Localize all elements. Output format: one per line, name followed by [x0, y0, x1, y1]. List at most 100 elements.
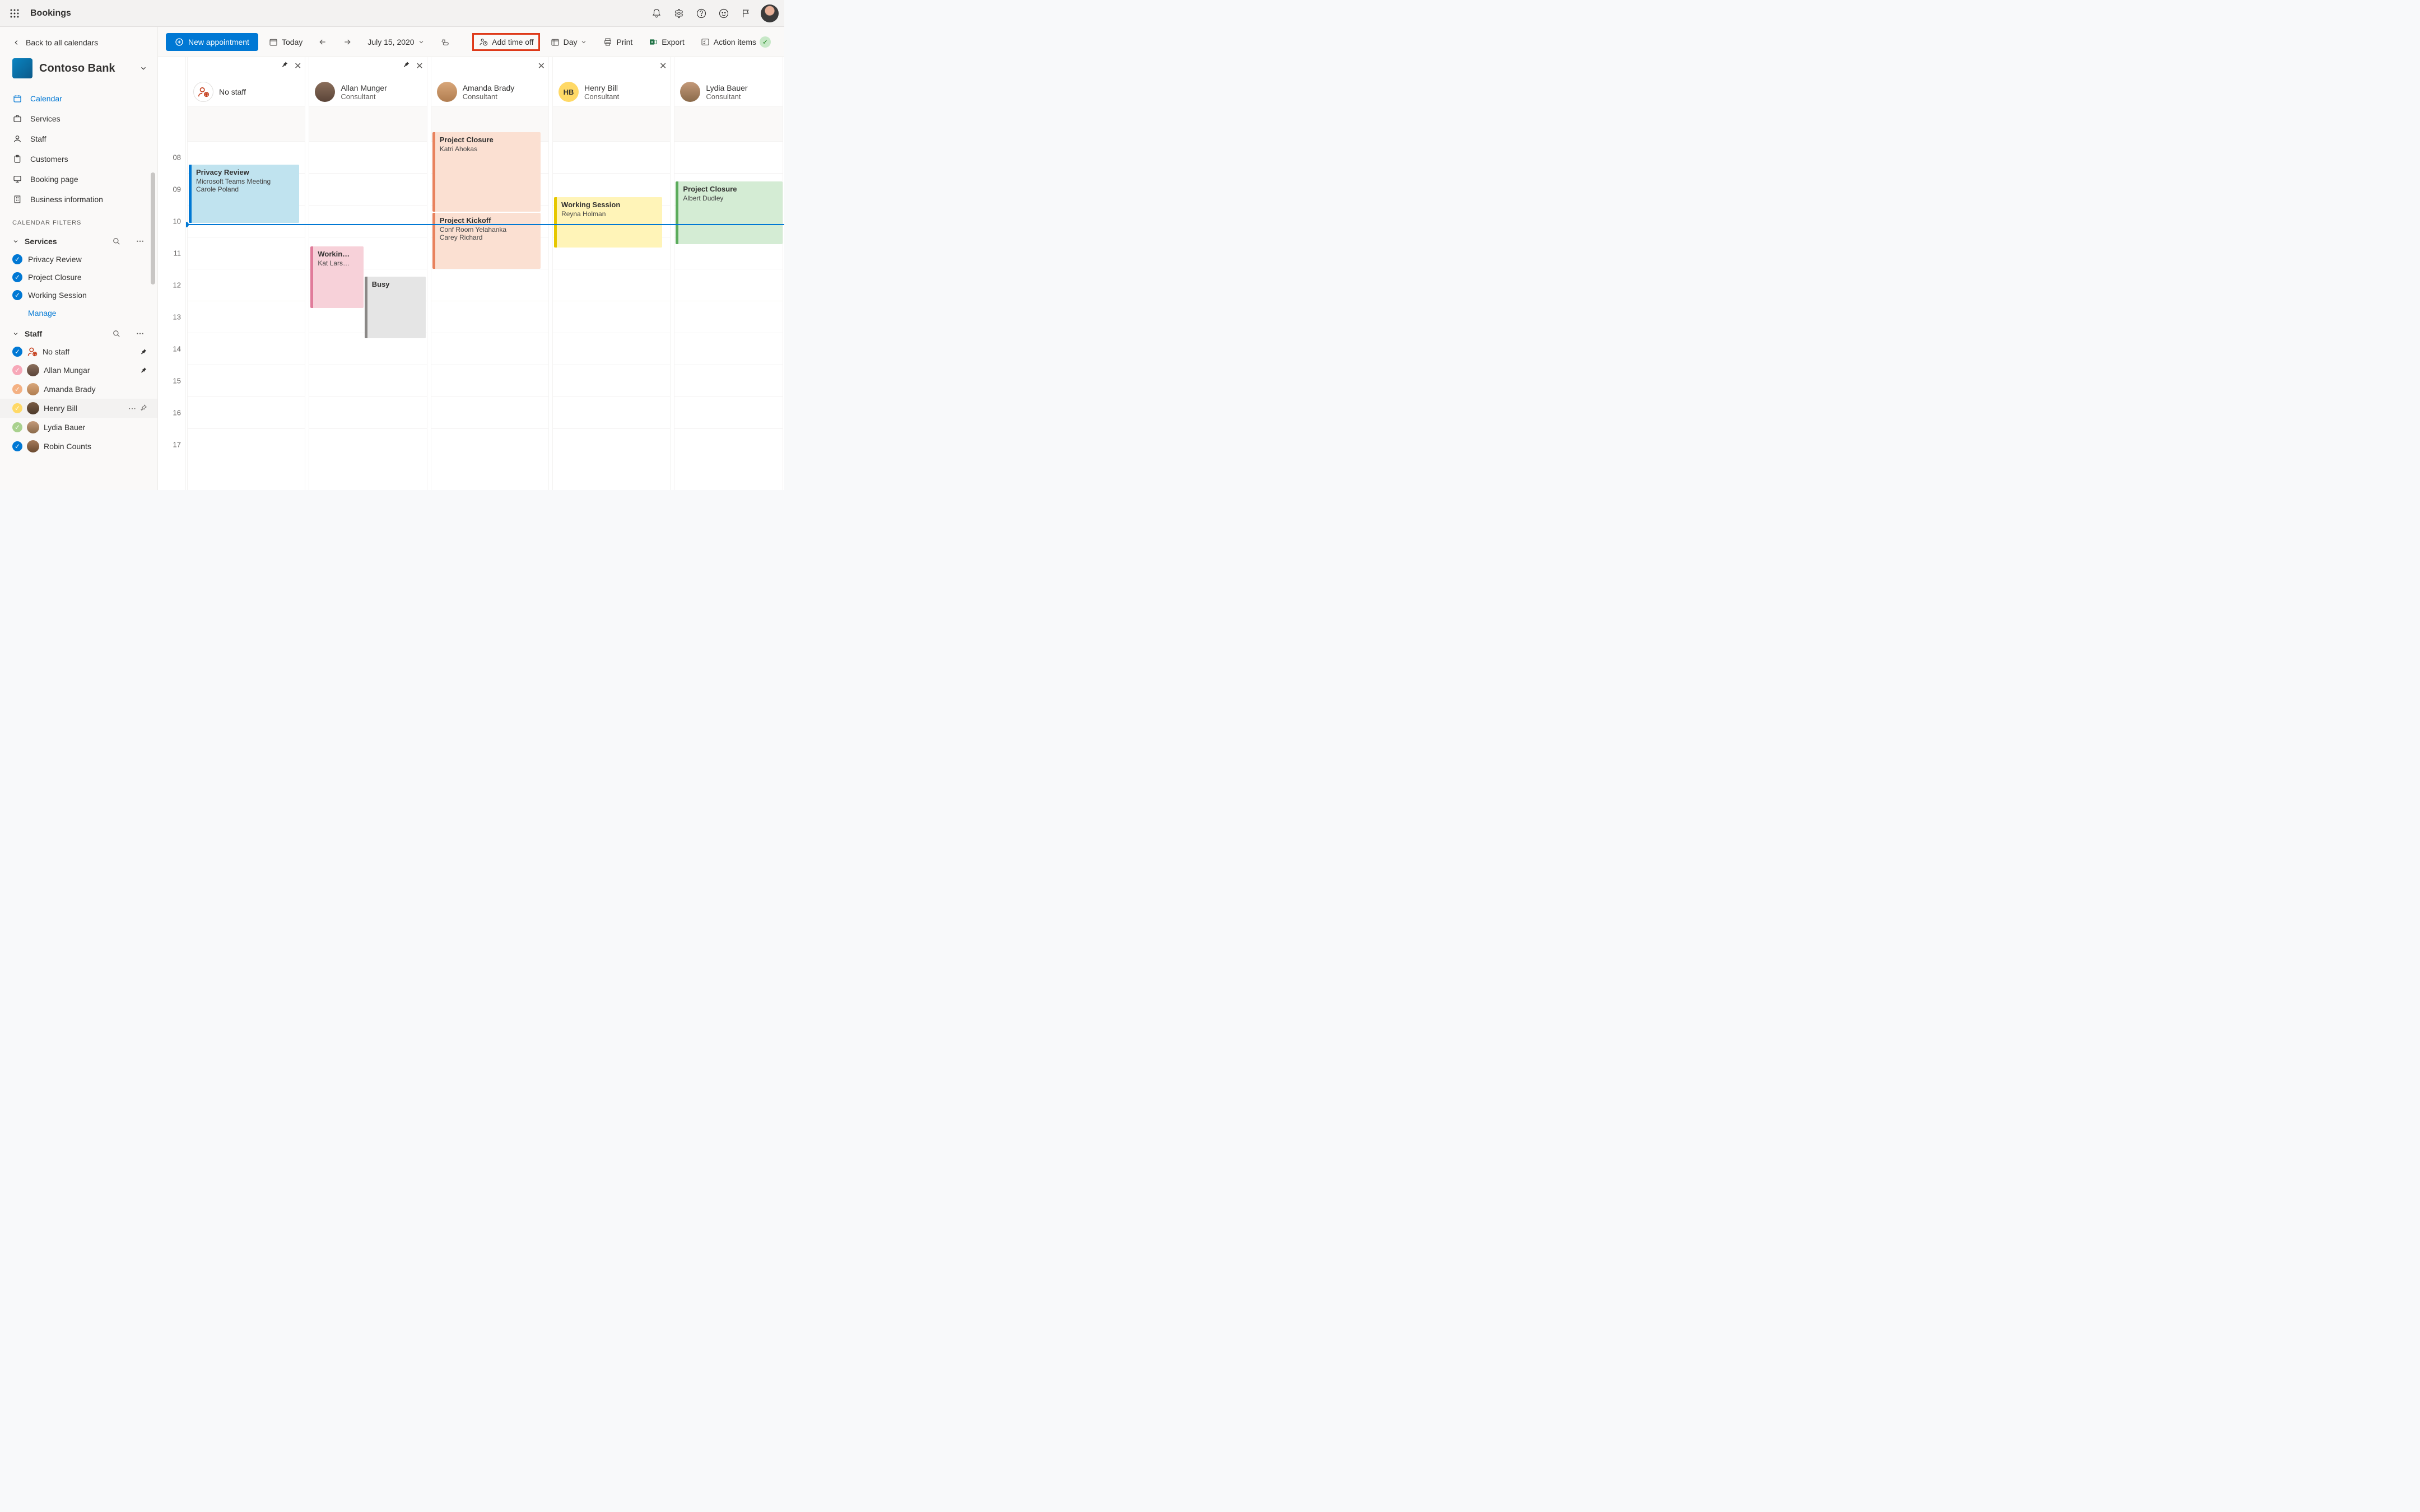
- no-staff-avatar-icon: ?: [193, 82, 213, 102]
- weather-icon[interactable]: [435, 34, 456, 50]
- plus-circle-icon: [175, 38, 184, 46]
- avatar: [27, 402, 39, 414]
- help-icon[interactable]: [690, 2, 713, 25]
- pin-icon[interactable]: [139, 366, 147, 374]
- search-icon[interactable]: [113, 330, 127, 338]
- manage-services-link[interactable]: Manage: [12, 304, 147, 324]
- chevron-down-icon: [139, 64, 147, 72]
- column-henry: ✕ HB Henry BillConsultant Working Sessio…: [552, 57, 671, 490]
- staff-filter-allan[interactable]: ✓ Allan Mungar: [12, 361, 147, 380]
- view-day-button[interactable]: Day: [544, 34, 593, 50]
- check-badge-icon: ✓: [760, 36, 771, 48]
- service-privacy-review[interactable]: ✓Privacy Review: [12, 250, 147, 268]
- event-privacy-review[interactable]: Privacy Review Microsoft Teams Meeting C…: [189, 165, 299, 223]
- scrollbar[interactable]: [151, 172, 155, 284]
- export-button[interactable]: X Export: [643, 34, 690, 50]
- settings-icon[interactable]: [668, 2, 690, 25]
- org-logo: [12, 58, 32, 78]
- staff-filter-no-staff[interactable]: ✓ ? No staff: [12, 343, 147, 361]
- pin-icon[interactable]: [281, 60, 288, 72]
- search-icon[interactable]: [113, 237, 127, 245]
- staff-filter-header[interactable]: Staff ⋯: [12, 324, 147, 343]
- check-icon: ✓: [12, 272, 22, 282]
- date-picker[interactable]: July 15, 2020: [362, 34, 430, 50]
- arrow-left-icon: [318, 38, 327, 46]
- time-17: 17: [173, 441, 181, 449]
- app-title: Bookings: [30, 8, 71, 18]
- today-button[interactable]: Today: [263, 34, 308, 50]
- chevron-down-icon: [12, 238, 19, 245]
- time-15: 15: [173, 377, 181, 385]
- pin-icon[interactable]: [139, 348, 147, 356]
- add-time-off-button[interactable]: Add time off: [472, 33, 539, 51]
- time-08: 08: [173, 153, 181, 162]
- time-09: 09: [173, 185, 181, 194]
- event-busy[interactable]: Busy: [365, 277, 426, 338]
- check-icon: ✓: [12, 403, 22, 413]
- event-project-closure-lydia[interactable]: Project Closure Albert Dudley: [676, 181, 783, 244]
- svg-text:?: ?: [206, 93, 208, 97]
- time-13: 13: [173, 313, 181, 321]
- nav-customers[interactable]: Customers: [12, 149, 147, 169]
- event-project-kickoff[interactable]: Project Kickoff Conf Room Yelahanka Care…: [432, 213, 541, 269]
- app-launcher-icon[interactable]: [6, 4, 24, 22]
- service-working-session[interactable]: ✓Working Session: [12, 286, 147, 304]
- user-avatar[interactable]: [761, 4, 779, 22]
- event-project-closure-amanda[interactable]: Project Closure Katri Ahokas: [432, 132, 541, 212]
- service-project-closure[interactable]: ✓Project Closure: [12, 268, 147, 286]
- nav-services[interactable]: Services: [12, 109, 147, 129]
- day-icon: [550, 37, 560, 47]
- sidebar: Back to all calendars Contoso Bank Calen…: [0, 27, 158, 490]
- close-icon[interactable]: ✕: [294, 60, 301, 72]
- main: New appointment Today July 15, 2020 Add …: [158, 27, 784, 490]
- prev-day-button[interactable]: [313, 34, 333, 50]
- avatar: [437, 82, 457, 102]
- column-no-staff: ✕ ? No staff Privacy Review Microsoft Te…: [187, 57, 305, 490]
- close-icon[interactable]: ✕: [659, 60, 667, 72]
- staff-filter-robin[interactable]: ✓ Robin Counts: [12, 437, 147, 456]
- more-icon[interactable]: ⋯: [133, 236, 147, 246]
- column-lydia: Lydia BauerConsultant Project Closure Al…: [674, 57, 783, 490]
- nav-business-info[interactable]: Business information: [12, 189, 147, 209]
- new-appointment-button[interactable]: New appointment: [166, 33, 258, 51]
- close-icon[interactable]: ✕: [416, 60, 423, 72]
- pin-icon[interactable]: [402, 60, 410, 72]
- more-icon[interactable]: ⋯: [133, 329, 147, 338]
- org-name: Contoso Bank: [39, 62, 133, 75]
- feedback-icon[interactable]: [713, 2, 735, 25]
- avatar: [27, 383, 39, 395]
- toolbar: New appointment Today July 15, 2020 Add …: [158, 27, 784, 57]
- person-clock-icon: [478, 37, 488, 47]
- building-icon: [12, 194, 22, 204]
- calendar-icon: [12, 94, 22, 104]
- avatar: [27, 440, 39, 452]
- more-icon[interactable]: ⋯: [128, 404, 136, 413]
- back-link-label: Back to all calendars: [26, 38, 98, 47]
- nav-staff[interactable]: Staff: [12, 129, 147, 149]
- arrow-right-icon: [343, 38, 352, 46]
- event-working-session[interactable]: Working Session Reyna Holman: [554, 197, 662, 248]
- time-12: 12: [173, 281, 181, 290]
- nav-calendar[interactable]: Calendar: [12, 88, 147, 109]
- org-switcher[interactable]: Contoso Bank: [12, 55, 147, 88]
- back-to-calendars-link[interactable]: Back to all calendars: [12, 32, 147, 55]
- check-icon: ✓: [12, 422, 22, 432]
- excel-icon: X: [648, 37, 658, 47]
- staff-filter-henry[interactable]: ✓ Henry Bill ⋯: [0, 399, 157, 418]
- close-icon[interactable]: ✕: [538, 60, 545, 72]
- next-day-button[interactable]: [337, 34, 357, 50]
- nav-booking-page[interactable]: Booking page: [12, 169, 147, 189]
- chevron-down-icon: [418, 39, 425, 45]
- time-14: 14: [173, 345, 181, 353]
- action-items-button[interactable]: Action items ✓: [695, 33, 776, 51]
- pin-outline-icon[interactable]: [139, 404, 147, 413]
- check-icon: ✓: [12, 441, 22, 451]
- staff-filter-amanda[interactable]: ✓ Amanda Brady: [12, 380, 147, 399]
- notifications-icon[interactable]: [645, 2, 668, 25]
- check-icon: ✓: [12, 347, 22, 357]
- print-button[interactable]: Print: [597, 34, 638, 50]
- services-filter-header[interactable]: Services ⋯: [12, 232, 147, 250]
- flag-icon[interactable]: [735, 2, 757, 25]
- staff-filter-lydia[interactable]: ✓ Lydia Bauer: [12, 418, 147, 437]
- event-workin[interactable]: Workin… Kat Lars…: [310, 246, 363, 308]
